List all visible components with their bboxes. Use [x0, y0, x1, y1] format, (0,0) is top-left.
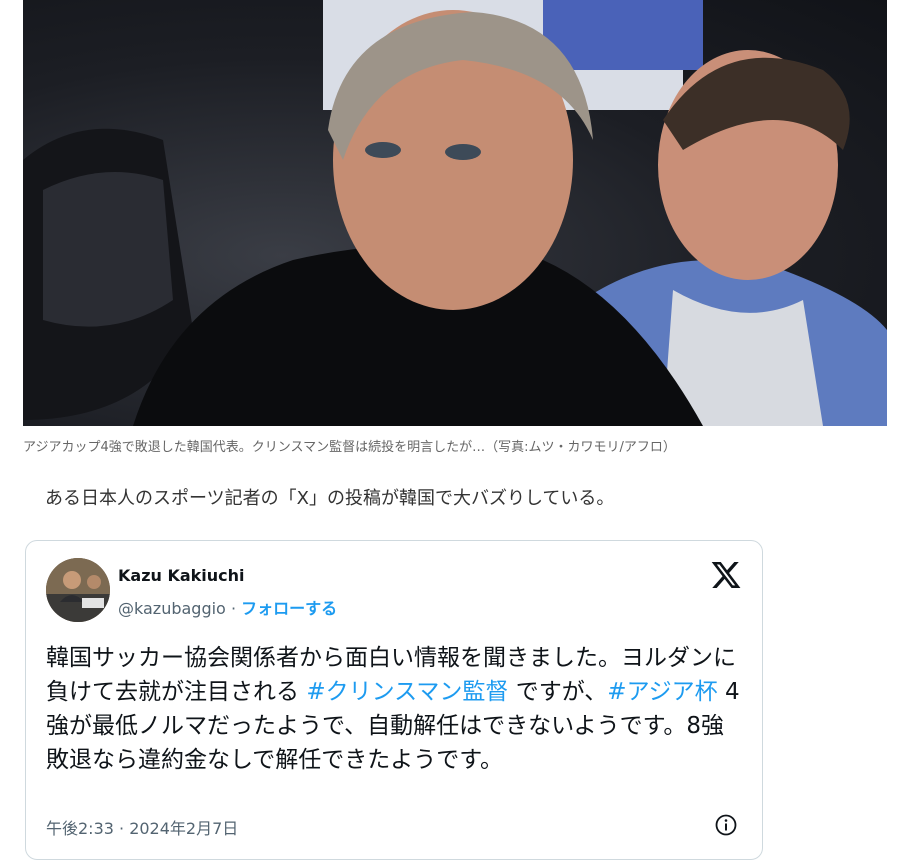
avatar-image	[46, 558, 110, 622]
handle-separator: ·	[230, 599, 237, 618]
photo-main-eye-right	[445, 144, 481, 160]
author-handle-row: @kazubaggio · フォローする	[118, 595, 337, 619]
follow-button[interactable]: フォローする	[241, 599, 337, 618]
article-photo	[23, 0, 887, 426]
photo-seat-inner	[43, 172, 173, 327]
info-icon[interactable]	[714, 813, 738, 837]
photo-main-eye-left	[365, 142, 401, 158]
embedded-tweet[interactable]: Kazu Kakiuchi @kazubaggio · フォローする 韓国サッカ…	[25, 540, 763, 860]
photo-illustration	[23, 0, 887, 426]
author-name[interactable]: Kazu Kakiuchi	[118, 566, 245, 585]
tweet-timestamp[interactable]: 午後2:33 · 2024年2月7日	[46, 815, 238, 839]
tweet-text: 韓国サッカー協会関係者から面白い情報を聞きました。ヨルダンに負けて去就が注目され…	[46, 641, 746, 777]
photo-caption: アジアカップ4強で敗退した韓国代表。クリンスマン監督は続投を明言したが…（写真:…	[23, 440, 676, 455]
tweet-text-part: ですが、	[508, 679, 608, 705]
author-avatar[interactable]	[46, 558, 110, 622]
author-handle[interactable]: @kazubaggio	[118, 599, 226, 618]
hashtag-link[interactable]: #アジア杯	[607, 679, 717, 705]
x-logo-icon[interactable]	[710, 559, 742, 591]
article-lead-paragraph: ある日本人のスポーツ記者の「X」の投稿が韓国で大バズりしている。	[45, 488, 615, 509]
hashtag-link[interactable]: #クリンスマン監督	[306, 679, 508, 705]
